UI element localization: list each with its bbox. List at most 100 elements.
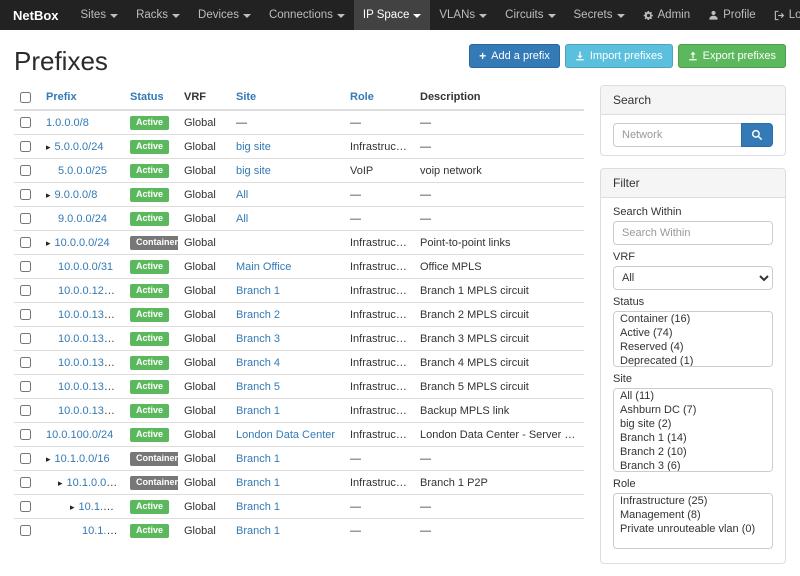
site-link[interactable]: Branch 4 [236,357,280,369]
site-link[interactable]: All [236,189,248,201]
import-prefixes-button[interactable]: Import prefixes [565,44,673,68]
status-badge[interactable]: Active [130,116,169,130]
row-checkbox[interactable] [20,141,31,152]
nav-item-admin[interactable]: Admin [634,0,700,30]
row-checkbox[interactable] [20,477,31,488]
prefix-link[interactable]: 10.0.0.132/31 [58,333,124,345]
col-header-prefix[interactable]: Prefix [40,85,124,110]
row-checkbox[interactable] [20,381,31,392]
status-badge[interactable]: Container [130,476,178,490]
prefix-link[interactable]: 1.0.0.0/8 [46,117,89,129]
site-link[interactable]: Branch 1 [236,453,280,465]
nav-item-racks[interactable]: Racks [127,0,189,30]
expand-icon[interactable]: ▸ [46,190,51,200]
status-badge[interactable]: Active [130,524,169,538]
filter-option[interactable]: big site (2) [614,417,772,431]
site-link[interactable]: Branch 1 [236,525,280,537]
prefix-link[interactable]: 10.0.0.0/24 [55,237,110,249]
site-link[interactable]: big site [236,165,271,177]
col-header-role[interactable]: Role [344,85,414,110]
filter-option[interactable]: Ashburn DC (7) [614,403,772,417]
filter-option[interactable]: Branch 3 (6) [614,459,772,472]
prefix-link[interactable]: 5.0.0.0/24 [55,141,104,153]
export-prefixes-button[interactable]: Export prefixes [678,44,786,68]
status-badge[interactable]: Active [130,380,169,394]
prefix-link[interactable]: 10.1.0.0/24 [67,477,122,489]
prefix-link[interactable]: 10.0.0.130/31 [58,309,124,321]
role-filter-list[interactable]: Infrastructure (25)Management (8)Private… [613,493,773,549]
status-badge[interactable]: Active [130,332,169,346]
search-within-input[interactable] [613,221,773,245]
nav-item-circuits[interactable]: Circuits [496,0,564,30]
select-all-checkbox[interactable] [20,92,31,103]
prefix-link[interactable]: 10.0.100.0/24 [46,429,113,441]
site-link[interactable]: Branch 1 [236,285,280,297]
prefix-link[interactable]: 9.0.0.0/8 [55,189,98,201]
filter-option[interactable]: All (11) [614,389,772,403]
expand-icon[interactable]: ▸ [46,238,51,248]
row-checkbox[interactable] [20,285,31,296]
prefix-link[interactable]: 10.1.0.0/16 [55,453,110,465]
filter-option[interactable]: Deprecated (1) [614,354,772,367]
status-badge[interactable]: Active [130,212,169,226]
site-link[interactable]: All [236,213,248,225]
filter-option[interactable]: Active (74) [614,326,772,340]
status-badge[interactable]: Active [130,428,169,442]
prefix-link[interactable]: 10.0.0.128/31 [58,285,124,297]
row-checkbox[interactable] [20,213,31,224]
row-checkbox[interactable] [20,501,31,512]
site-link[interactable]: Main Office [236,261,291,273]
site-link[interactable]: Branch 1 [236,405,280,417]
status-filter-list[interactable]: Container (16)Active (74)Reserved (4)Dep… [613,311,773,367]
status-badge[interactable]: Container [130,236,178,250]
col-header-status[interactable]: Status [124,85,178,110]
nav-item-sites[interactable]: Sites [72,0,128,30]
status-badge[interactable]: Active [130,500,169,514]
nav-item-ip-space[interactable]: IP Space [354,0,430,30]
row-checkbox[interactable] [20,309,31,320]
prefix-link[interactable]: 10.0.0.134/31 [58,357,124,369]
nav-item-profile[interactable]: Profile [699,0,765,30]
filter-option[interactable]: Branch 2 (10) [614,445,772,459]
site-link[interactable]: big site [236,141,271,153]
vrf-select[interactable]: All [613,266,773,290]
status-badge[interactable]: Active [130,308,169,322]
prefix-link[interactable]: 10.0.0.136/31 [58,381,124,393]
row-checkbox[interactable] [20,405,31,416]
nav-item-devices[interactable]: Devices [189,0,260,30]
status-badge[interactable]: Active [130,404,169,418]
row-checkbox[interactable] [20,429,31,440]
row-checkbox[interactable] [20,357,31,368]
row-checkbox[interactable] [20,117,31,128]
col-header-site[interactable]: Site [230,85,344,110]
prefix-link[interactable]: 10.1.0.0/26 [82,525,124,537]
search-button[interactable] [741,123,773,147]
status-badge[interactable]: Active [130,140,169,154]
expand-icon[interactable]: ▸ [46,454,51,464]
prefix-link[interactable]: 9.0.0.0/24 [58,213,107,225]
filter-option[interactable]: Infrastructure (25) [614,494,772,508]
filter-option[interactable]: Container (16) [614,312,772,326]
site-link[interactable]: Branch 2 [236,309,280,321]
status-badge[interactable]: Active [130,356,169,370]
expand-icon[interactable]: ▸ [58,478,63,488]
nav-item-connections[interactable]: Connections [260,0,354,30]
prefix-link[interactable]: 10.0.0.0/31 [58,261,113,273]
filter-option[interactable]: Branch 1 (14) [614,431,772,445]
site-link[interactable]: London Data Center [236,429,335,441]
search-input[interactable] [613,123,741,147]
nav-item-vlans[interactable]: VLANs [430,0,496,30]
site-link[interactable]: Branch 5 [236,381,280,393]
filter-option[interactable]: Reserved (4) [614,340,772,354]
row-checkbox[interactable] [20,189,31,200]
row-checkbox[interactable] [20,237,31,248]
row-checkbox[interactable] [20,261,31,272]
site-filter-list[interactable]: All (11)Ashburn DC (7)big site (2)Branch… [613,388,773,472]
row-checkbox[interactable] [20,165,31,176]
add-a-prefix-button[interactable]: +Add a prefix [469,44,560,68]
nav-item-log-out[interactable]: Log out [765,0,800,30]
status-badge[interactable]: Active [130,164,169,178]
status-badge[interactable]: Container [130,452,178,466]
status-badge[interactable]: Active [130,284,169,298]
row-checkbox[interactable] [20,453,31,464]
